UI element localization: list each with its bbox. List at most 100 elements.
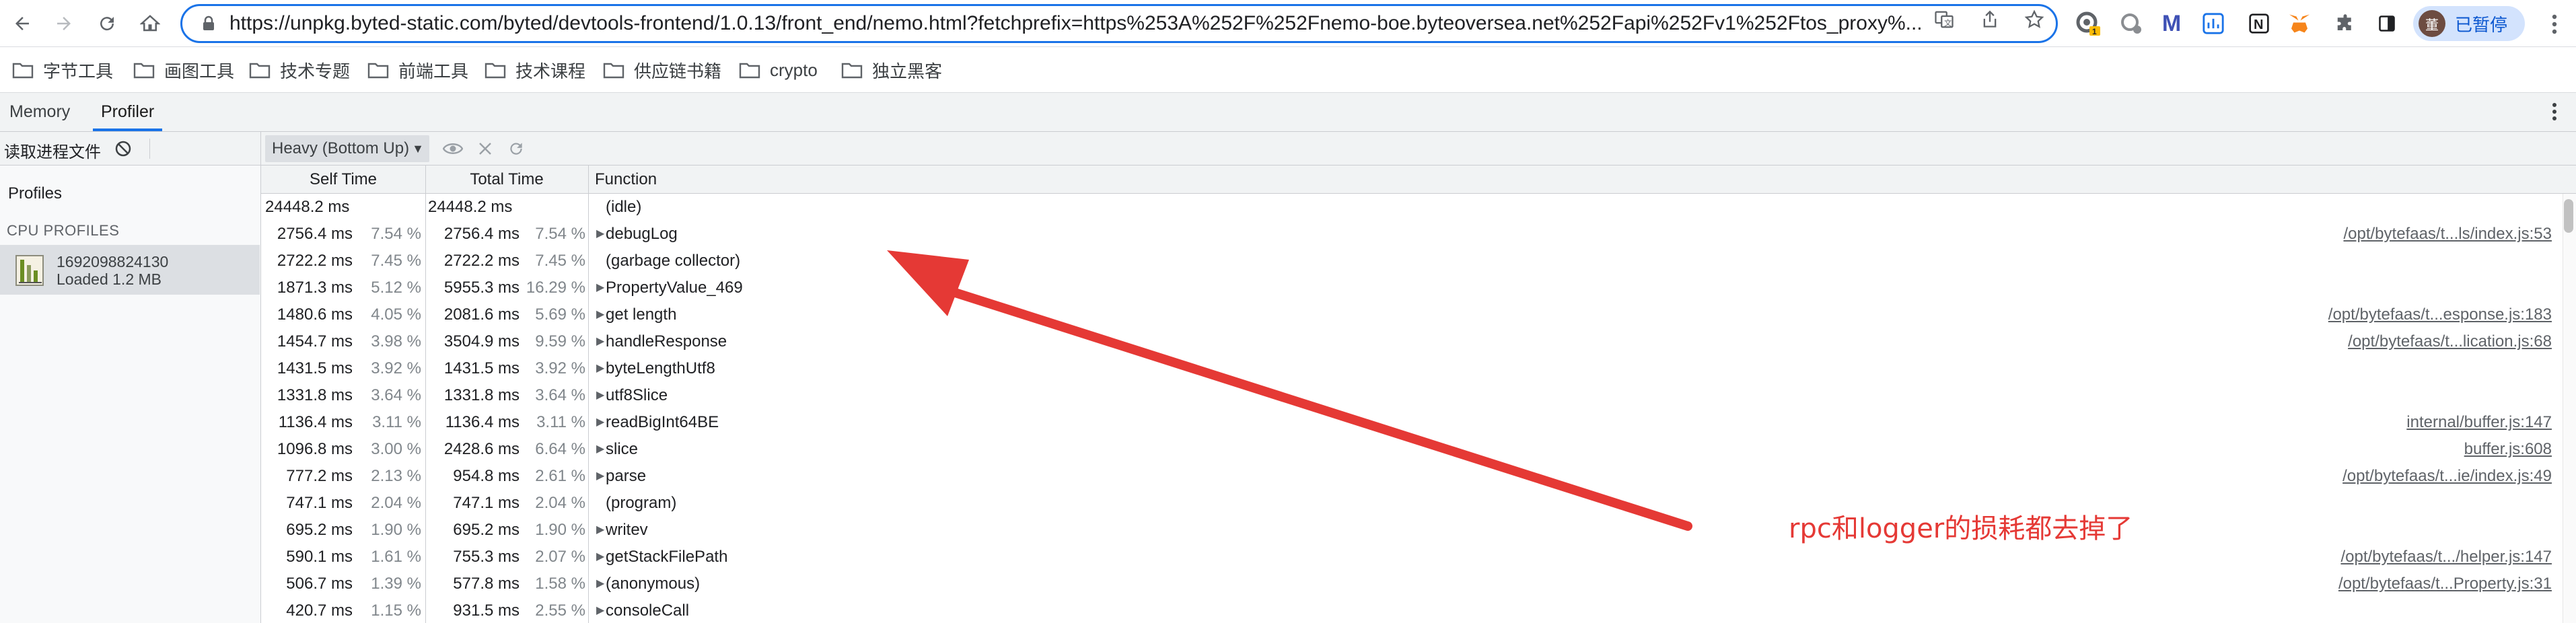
self-time-cell: 695.2 ms xyxy=(286,521,353,539)
tab-profiler[interactable]: Profiler xyxy=(93,93,163,131)
self-time-header[interactable]: Self Time xyxy=(261,166,426,194)
expand-triangle-icon[interactable]: ▶ xyxy=(596,544,606,571)
table-row[interactable]: 24448.2 ms 24448.2 ms (idle) xyxy=(261,194,2557,221)
table-row[interactable]: 747.1 ms 2.04 % 747.1 ms 2.04 % (program) xyxy=(261,490,2557,517)
self-percent-cell: 3.98 % xyxy=(371,332,421,351)
table-row[interactable]: 777.2 ms 2.13 % 954.8 ms 2.61 % ▶ parse/opt/b… xyxy=(261,463,2557,490)
bookmark-label: 独立黑客 xyxy=(872,61,943,81)
extension-puzzle-gear-icon[interactable] xyxy=(2117,9,2145,38)
total-percent-cell: 7.45 % xyxy=(535,252,585,270)
table-row[interactable]: 1480.6 ms 4.05 % 2081.6 ms 5.69 % ▶ get lengt… xyxy=(261,301,2557,328)
bookmark-folder[interactable]: 前端工具 xyxy=(367,57,468,83)
total-percent-cell: 3.92 % xyxy=(535,359,585,377)
expand-triangle-icon[interactable]: ▶ xyxy=(596,382,606,409)
total-percent-cell: 5.69 % xyxy=(535,305,585,324)
bookmark-folder[interactable]: 画图工具 xyxy=(133,57,234,83)
function-header[interactable]: Function xyxy=(595,166,657,194)
address-bar[interactable]: https://unpkg.byted-static.com/byted/dev… xyxy=(180,4,2058,43)
tab-memory[interactable]: Memory xyxy=(1,93,78,131)
browser-menu-icon[interactable] xyxy=(2541,9,2568,39)
back-button[interactable] xyxy=(5,7,39,40)
extension-metamask-icon[interactable] xyxy=(2285,9,2314,38)
restore-reload-icon[interactable] xyxy=(506,139,526,159)
total-time-cell: 1431.5 ms xyxy=(443,359,520,377)
total-time-header[interactable]: Total Time xyxy=(425,166,589,194)
scrollbar-thumb[interactable] xyxy=(2564,199,2573,233)
total-percent-cell: 2.07 % xyxy=(535,548,585,566)
bookmark-folder[interactable]: 技术专题 xyxy=(249,57,350,83)
folder-icon xyxy=(367,63,389,79)
url-text[interactable]: https://unpkg.byted-static.com/byted/dev… xyxy=(229,12,1925,35)
source-location-link[interactable]: /opt/bytefaas/t.../helper.js:147 xyxy=(2340,544,2552,571)
extension-chart-icon[interactable] xyxy=(2199,9,2227,38)
translate-icon[interactable]: 文 xyxy=(1933,8,1956,31)
home-button[interactable] xyxy=(133,7,167,40)
table-row[interactable]: 695.2 ms 1.90 % 695.2 ms 1.90 % ▶ writev xyxy=(261,517,2557,544)
side-panel-icon[interactable] xyxy=(2373,9,2401,38)
bookmark-folder[interactable]: 技术课程 xyxy=(485,57,585,83)
folder-icon xyxy=(739,63,760,79)
browser-toolbar: https://unpkg.byted-static.com/byted/dev… xyxy=(0,0,2576,47)
lock-icon[interactable] xyxy=(197,15,220,32)
bookmark-star-icon[interactable] xyxy=(2023,8,2046,31)
table-row[interactable]: 1096.8 ms 3.00 % 2428.6 ms 6.64 % ▶ slice buff… xyxy=(261,436,2557,463)
table-row[interactable]: 1871.3 ms 5.12 % 5955.3 ms 16.29 % ▶ Property… xyxy=(261,274,2557,301)
table-row[interactable]: 1136.4 ms 3.11 % 1136.4 ms 3.11 % ▶ readBigIn… xyxy=(261,409,2557,436)
exclude-close-icon[interactable] xyxy=(475,139,495,159)
devtools-menu-icon[interactable] xyxy=(2541,97,2568,126)
source-location-link[interactable]: internal/buffer.js:147 xyxy=(2406,409,2552,436)
expand-triangle-icon[interactable]: ▶ xyxy=(596,274,606,301)
table-row[interactable]: 1431.5 ms 3.92 % 1431.5 ms 3.92 % ▶ byteLengt… xyxy=(261,355,2557,382)
total-time-cell: 2081.6 ms xyxy=(443,305,520,324)
source-location-link[interactable]: /opt/bytefaas/t...ls/index.js:53 xyxy=(2343,221,2552,248)
expand-triangle-icon[interactable]: ▶ xyxy=(596,597,606,623)
expand-triangle-icon[interactable]: ▶ xyxy=(596,301,606,328)
expand-triangle-icon[interactable]: ▶ xyxy=(596,463,606,490)
extension-m-icon[interactable]: M xyxy=(2157,9,2186,38)
table-row[interactable]: 2756.4 ms 7.54 % 2756.4 ms 7.54 % ▶ debugLog /… xyxy=(261,221,2557,248)
profile-paused-button[interactable]: 董 已暂停 xyxy=(2413,6,2525,41)
self-percent-cell: 2.13 % xyxy=(371,467,421,485)
table-scrollbar[interactable] xyxy=(2563,194,2576,623)
table-row[interactable]: 1454.7 ms 3.98 % 3504.9 ms 9.59 % ▶ handleRes… xyxy=(261,328,2557,355)
view-mode-select[interactable]: Heavy (Bottom Up) ▼ xyxy=(265,135,429,162)
expand-triangle-icon[interactable]: ▶ xyxy=(596,355,606,382)
forward-button[interactable] xyxy=(47,7,81,40)
load-profile-button[interactable]: 读取进程文件 xyxy=(4,139,101,162)
extensions-puzzle-icon[interactable] xyxy=(2331,9,2359,38)
table-row[interactable]: 1331.8 ms 3.64 % 1331.8 ms 3.64 % ▶ utf8Slice xyxy=(261,382,2557,409)
table-row[interactable]: 2722.2 ms 7.45 % 2722.2 ms 7.45 % (garbage c… xyxy=(261,248,2557,274)
share-icon[interactable] xyxy=(1978,8,2001,31)
extension-notion-icon[interactable]: N xyxy=(2245,9,2273,38)
expand-triangle-icon[interactable]: ▶ xyxy=(596,571,606,597)
source-location-link[interactable]: /opt/bytefaas/t...Property.js:31 xyxy=(2338,571,2552,597)
extension-chrome-icon[interactable]: 1 xyxy=(2074,9,2102,38)
self-time-cell: 1871.3 ms xyxy=(277,279,353,297)
cpu-profile-item[interactable]: 1692098824130 Loaded 1.2 MB xyxy=(0,245,260,295)
total-time-cell: 747.1 ms xyxy=(453,494,520,512)
bookmark-folder[interactable]: 字节工具 xyxy=(12,57,113,83)
self-time-cell: 1480.6 ms xyxy=(277,305,353,324)
source-location-link[interactable]: buffer.js:608 xyxy=(2464,436,2552,463)
expand-triangle-icon[interactable]: ▶ xyxy=(596,436,606,463)
source-location-link[interactable]: /opt/bytefaas/t...ie/index.js:49 xyxy=(2342,463,2552,490)
expand-triangle-icon[interactable]: ▶ xyxy=(596,328,606,355)
table-row[interactable]: 506.7 ms 1.39 % 577.8 ms 1.58 % ▶ (anonymous)… xyxy=(261,571,2557,597)
clear-icon[interactable] xyxy=(113,139,133,159)
table-row[interactable]: 420.7 ms 1.15 % 931.5 ms 2.55 % ▶ consoleCall xyxy=(261,597,2557,623)
self-percent-cell: 1.61 % xyxy=(371,548,421,566)
expand-triangle-icon[interactable]: ▶ xyxy=(596,517,606,544)
bookmark-folder[interactable]: crypto xyxy=(739,57,818,83)
total-time-cell: 2428.6 ms xyxy=(443,440,520,458)
total-time-cell: 2722.2 ms xyxy=(443,252,520,270)
bookmark-folder[interactable]: 独立黑客 xyxy=(841,57,942,83)
self-percent-cell: 1.39 % xyxy=(371,575,421,593)
focus-eye-icon[interactable] xyxy=(443,139,463,159)
table-row[interactable]: 590.1 ms 1.61 % 755.3 ms 2.07 % ▶ getStackFil… xyxy=(261,544,2557,571)
source-location-link[interactable]: /opt/bytefaas/t...lication.js:68 xyxy=(2348,328,2552,355)
source-location-link[interactable]: /opt/bytefaas/t...esponse.js:183 xyxy=(2328,301,2552,328)
expand-triangle-icon[interactable]: ▶ xyxy=(596,409,606,436)
bookmark-folder[interactable]: 供应链书籍 xyxy=(603,57,721,83)
expand-triangle-icon[interactable]: ▶ xyxy=(596,221,606,248)
reload-button[interactable] xyxy=(90,7,124,40)
